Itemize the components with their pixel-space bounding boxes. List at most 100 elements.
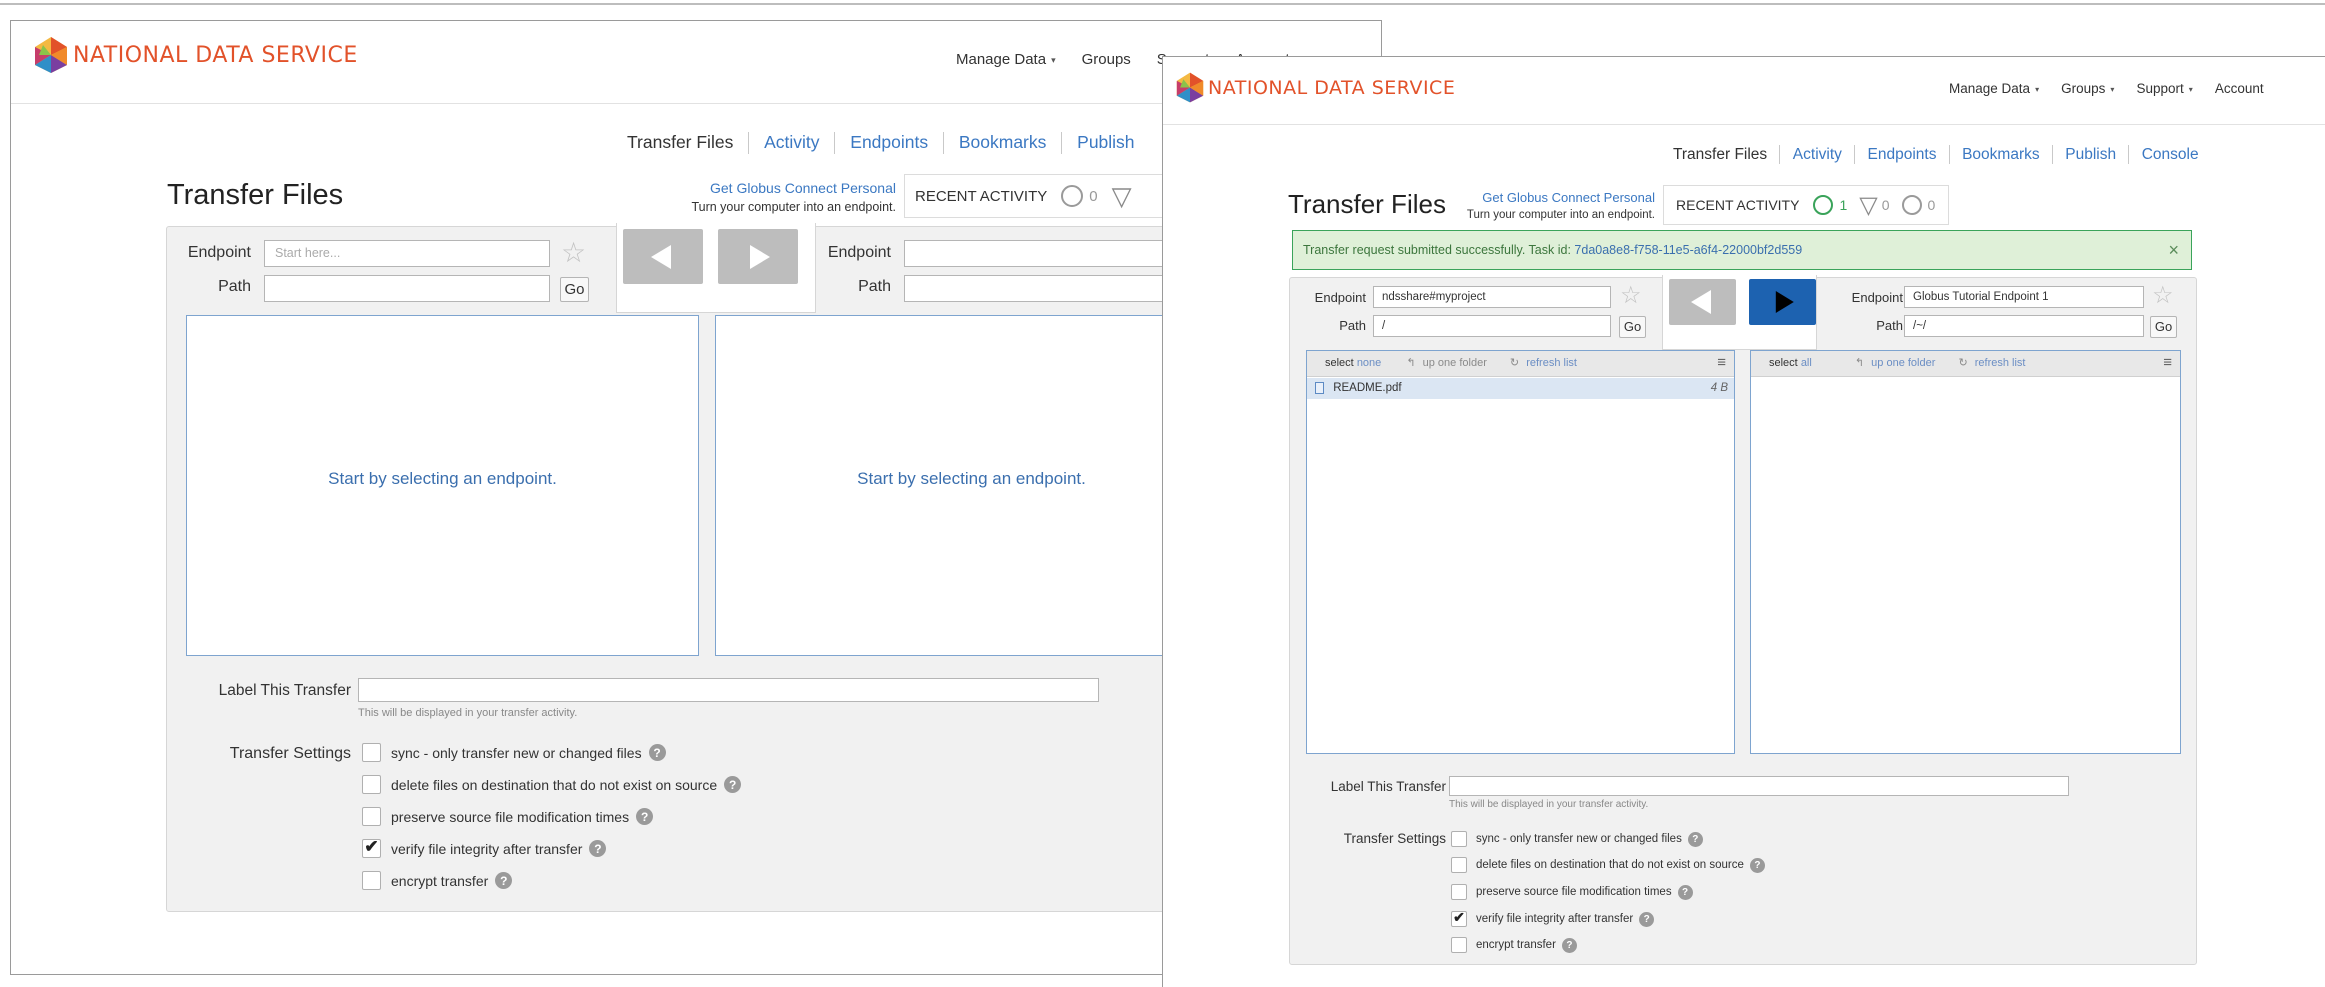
help-icon[interactable]: ? (648, 744, 666, 761)
tab-activity[interactable]: Activity (1793, 146, 1842, 164)
select-all-link[interactable]: all (1801, 357, 1812, 369)
delete-checkbox[interactable] (362, 775, 381, 794)
source-bookmark-star-icon[interactable]: ☆ (1620, 284, 1642, 308)
recent-activity-widget[interactable]: RECENT ACTIVITY 0 ▽ (904, 174, 1204, 218)
transfer-left-button[interactable] (1669, 279, 1736, 325)
globus-connect-promo: Get Globus Connect Personal Turn your co… (1408, 190, 1655, 221)
up-folder-icon[interactable]: ↰ (1855, 357, 1864, 369)
label-transfer-input[interactable] (358, 678, 1099, 702)
nav-account[interactable]: Account (2215, 81, 2264, 96)
brand-logo[interactable]: NATIONAL DATA SERVICE (33, 35, 358, 75)
tab-endpoints[interactable]: Endpoints (1868, 146, 1937, 164)
active-count: 0 (1089, 187, 1098, 205)
tab-transfer-files[interactable]: Transfer Files (1673, 146, 1767, 164)
dest-file-pane[interactable]: Start by selecting an endpoint. (715, 315, 1228, 656)
source-endpoint-input[interactable]: Start here... (264, 240, 550, 267)
preserve-checkbox[interactable] (1451, 884, 1467, 900)
nav-support[interactable]: Support ▾ (2137, 81, 2193, 96)
file-row-readme[interactable]: README.pdf 4 B (1307, 378, 1734, 399)
tab-publish[interactable]: Publish (1077, 132, 1134, 153)
option-sync[interactable]: sync - only transfer new or changed file… (1451, 831, 1703, 847)
recent-activity-widget[interactable]: RECENT ACTIVITY 1 ▽ 0 0 (1663, 185, 1949, 225)
tab-console[interactable]: Console (2142, 146, 2199, 164)
encrypt-checkbox[interactable] (362, 871, 381, 890)
help-icon[interactable]: ? (589, 840, 607, 857)
transfer-right-button[interactable] (1749, 279, 1816, 325)
tab-activity[interactable]: Activity (764, 132, 819, 153)
up-one-folder-button[interactable]: up one folder (1871, 357, 1935, 369)
close-icon[interactable]: × (2168, 240, 2179, 261)
tab-transfer-files[interactable]: Transfer Files (627, 132, 733, 153)
tab-endpoints[interactable]: Endpoints (850, 132, 928, 153)
option-encrypt[interactable]: encrypt transfer ? (1451, 937, 1577, 953)
option-label: encrypt transfer (1476, 939, 1556, 951)
tab-bookmarks[interactable]: Bookmarks (959, 132, 1047, 153)
source-go-button[interactable]: Go (1619, 316, 1646, 338)
refresh-icon[interactable]: ↻ (1510, 357, 1519, 369)
source-file-pane[interactable]: select none ↰ up one folder ↻ refresh li… (1306, 350, 1735, 754)
verify-checkbox[interactable]: ✔ (362, 837, 381, 858)
hamburger-menu-icon[interactable]: ≡ (2163, 354, 2172, 371)
encrypt-checkbox[interactable] (1451, 937, 1467, 953)
dest-bookmark-star-icon[interactable]: ☆ (2152, 284, 2174, 308)
source-pane-message: Start by selecting an endpoint. (328, 469, 557, 488)
alert-task-id[interactable]: 7da0a8e8-f758-11e5-a6f4-22000bf2d559 (1574, 243, 1802, 257)
source-path-input[interactable] (264, 275, 550, 302)
dest-go-button[interactable]: Go (2150, 316, 2177, 338)
active-circle-icon (1061, 185, 1084, 207)
source-endpoint-input[interactable]: ndsshare#myproject (1373, 286, 1611, 308)
hamburger-menu-icon[interactable]: ≡ (1717, 354, 1726, 371)
up-one-folder-button[interactable]: up one folder (1423, 357, 1487, 369)
dest-path-input[interactable]: /~/ (1904, 315, 2144, 337)
refresh-list-button[interactable]: refresh list (1975, 357, 2026, 369)
source-go-button[interactable]: Go (560, 277, 589, 302)
option-verify[interactable]: ✔ verify file integrity after transfer ? (1451, 909, 1655, 927)
select-none-link[interactable]: none (1357, 357, 1381, 369)
nav-manage-data[interactable]: Manage Data ▾ (1949, 81, 2039, 96)
source-endpoint-label: Endpoint (187, 244, 251, 261)
dest-file-pane[interactable]: select all ↰ up one folder ↻ refresh lis… (1750, 350, 2181, 754)
sync-checkbox[interactable] (1451, 831, 1467, 847)
preserve-checkbox[interactable] (362, 807, 381, 826)
brand-logo[interactable]: NATIONAL DATA SERVICE (1175, 71, 1455, 104)
nav-groups[interactable]: Groups (1082, 51, 1131, 68)
option-verify[interactable]: ✔ verify file integrity after transfer ? (362, 837, 607, 858)
help-icon[interactable]: ? (1639, 911, 1655, 927)
delete-checkbox[interactable] (1451, 857, 1467, 873)
help-icon[interactable]: ? (724, 776, 742, 793)
option-preserve[interactable]: preserve source file modification times … (362, 807, 654, 826)
verify-checkbox[interactable]: ✔ (1451, 909, 1467, 927)
source-bookmark-star-icon[interactable]: ☆ (561, 239, 586, 267)
globus-connect-link[interactable]: Get Globus Connect Personal (1408, 190, 1655, 205)
transfer-left-button[interactable] (623, 229, 703, 284)
nav-groups[interactable]: Groups ▾ (2061, 81, 2114, 96)
transfer-right-button[interactable] (718, 229, 798, 284)
tab-publish[interactable]: Publish (2065, 146, 2116, 164)
dest-endpoint-input[interactable]: Globus Tutorial Endpoint 1 (1904, 286, 2144, 308)
nav-label: Manage Data (956, 51, 1047, 68)
sync-checkbox[interactable] (362, 743, 381, 762)
tab-bookmarks[interactable]: Bookmarks (1962, 146, 2040, 164)
tab-separator (748, 132, 750, 155)
help-icon[interactable]: ? (636, 808, 654, 825)
refresh-icon[interactable]: ↻ (1958, 357, 1967, 369)
help-icon[interactable]: ? (1687, 831, 1703, 847)
globus-connect-link[interactable]: Get Globus Connect Personal (641, 180, 896, 196)
option-delete[interactable]: delete files on destination that do not … (362, 775, 742, 794)
help-icon[interactable]: ? (1561, 937, 1577, 953)
nav-manage-data[interactable]: Manage Data ▾ (956, 51, 1056, 68)
caret-down-icon: ▾ (2110, 85, 2115, 95)
option-preserve[interactable]: preserve source file modification times … (1451, 884, 1693, 900)
help-icon[interactable]: ? (1749, 857, 1765, 873)
source-path-input[interactable]: / (1373, 315, 1611, 337)
failed-triangle-icon: ▽ (1859, 191, 1878, 219)
help-icon[interactable]: ? (1677, 884, 1693, 900)
option-encrypt[interactable]: encrypt transfer ? (362, 871, 513, 890)
help-icon[interactable]: ? (495, 872, 513, 889)
option-delete[interactable]: delete files on destination that do not … (1451, 857, 1765, 873)
label-transfer-input[interactable] (1449, 776, 2069, 796)
option-sync[interactable]: sync - only transfer new or changed file… (362, 743, 666, 762)
up-folder-icon[interactable]: ↰ (1406, 357, 1415, 369)
refresh-list-button[interactable]: refresh list (1526, 357, 1577, 369)
source-file-pane[interactable]: Start by selecting an endpoint. (186, 315, 699, 656)
